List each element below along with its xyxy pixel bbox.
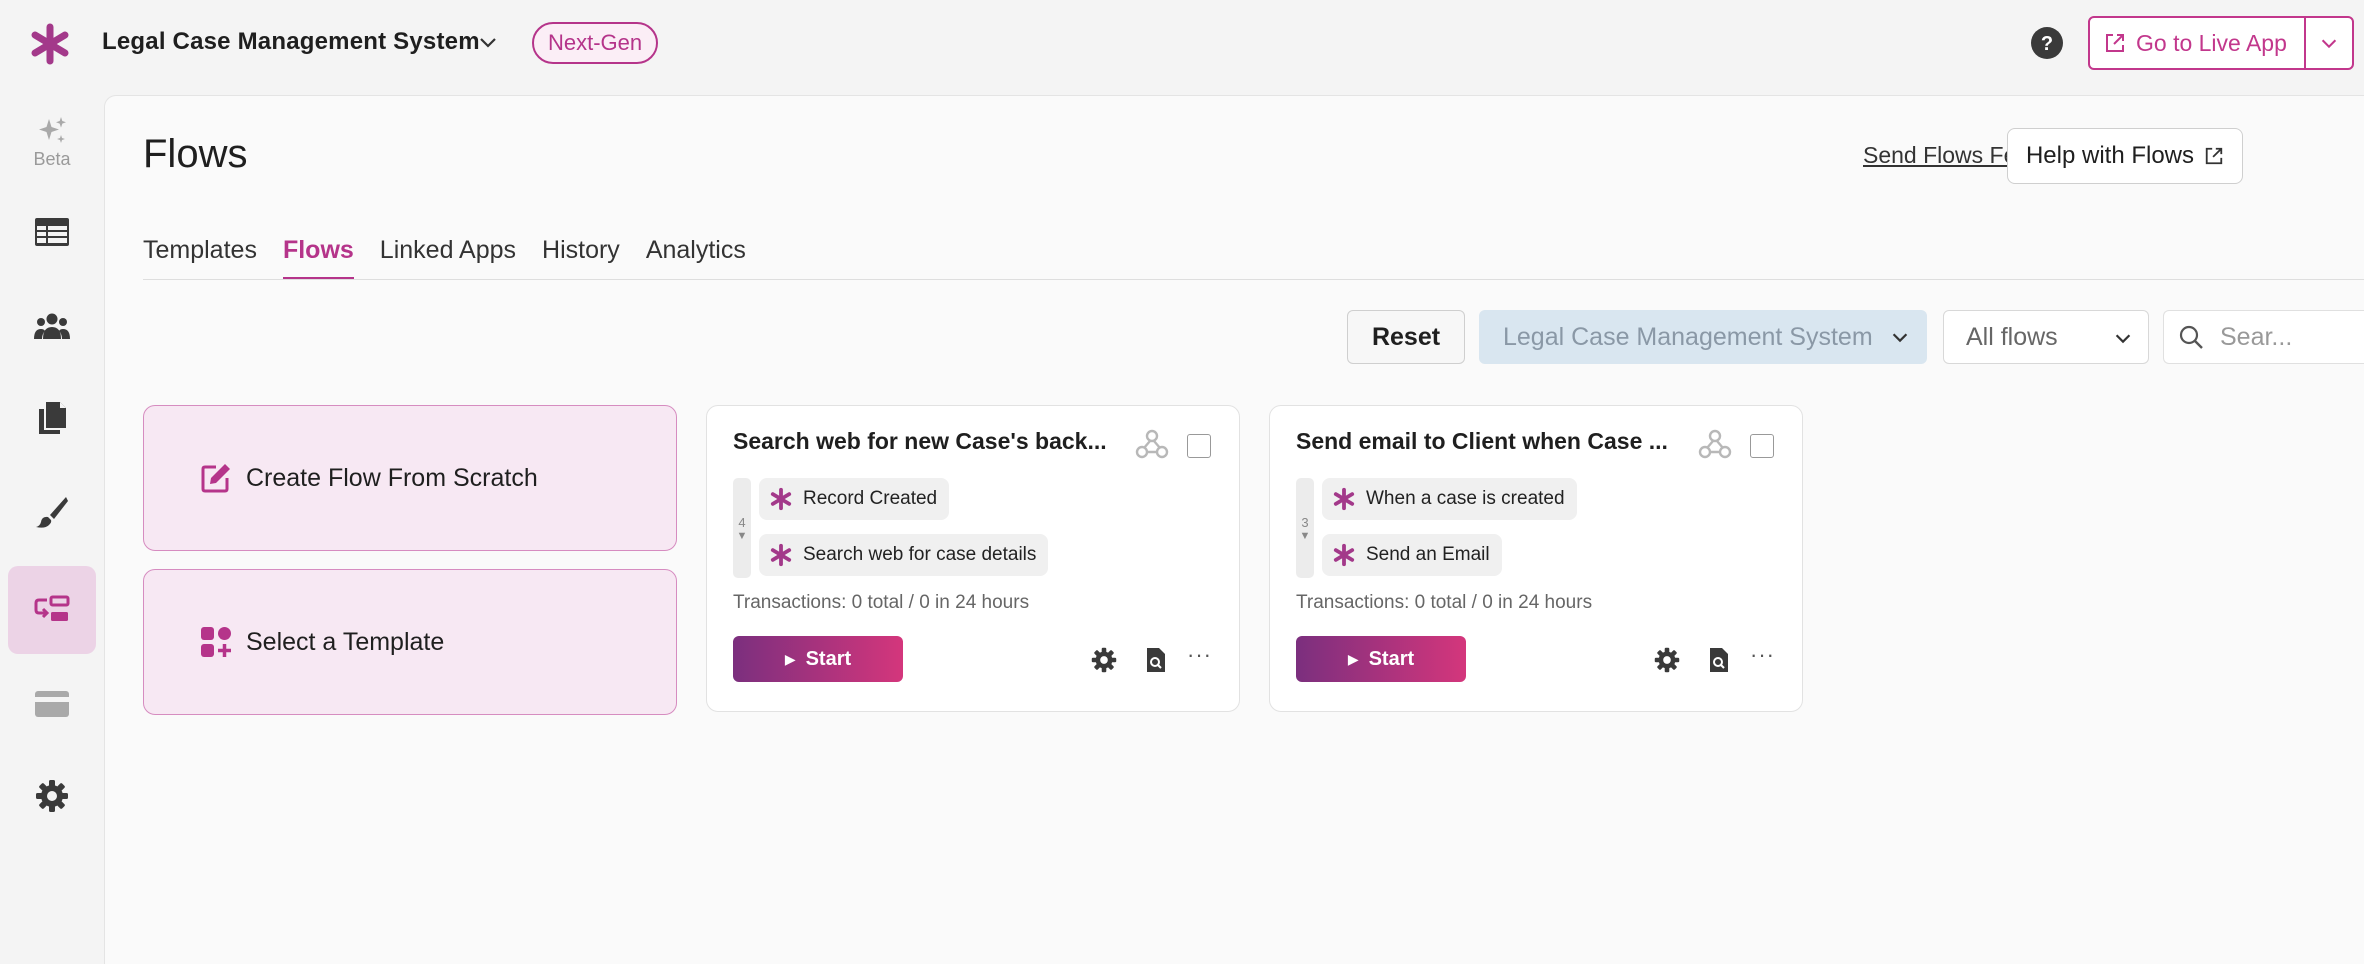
step-asterisk-icon	[1333, 543, 1355, 567]
tab-history[interactable]: History	[542, 236, 620, 280]
webhook-icon	[1698, 429, 1732, 459]
tabs-divider	[143, 279, 2364, 280]
tab-bar: Templates Flows Linked Apps History Anal…	[143, 236, 746, 280]
app-filter-select[interactable]: Legal Case Management System	[1479, 310, 1927, 364]
caret-down-icon: ▼	[1299, 529, 1311, 542]
start-label: Start	[1368, 647, 1415, 670]
reset-button[interactable]: Reset	[1347, 310, 1465, 364]
sidebar-item-label: Beta	[33, 148, 71, 169]
chevron-down-icon	[2115, 334, 2131, 344]
app-logo-icon[interactable]	[30, 22, 70, 66]
paintbrush-icon	[36, 497, 68, 528]
flow-step[interactable]: Send an Email	[1322, 534, 1502, 576]
chevron-down-icon[interactable]	[476, 30, 500, 54]
sidebar-item-tables[interactable]	[8, 188, 96, 276]
chevron-down-icon	[1892, 333, 1908, 343]
chevron-down-icon	[2321, 39, 2337, 49]
webhook-icon	[1135, 429, 1169, 459]
search-input[interactable]: Sear...	[2163, 310, 2364, 364]
flow-select-checkbox[interactable]	[1187, 434, 1211, 458]
step-count-collapse[interactable]: 4 ▼	[733, 478, 751, 578]
app-title[interactable]: Legal Case Management System	[102, 28, 480, 56]
flow-step-label: Search web for case details	[803, 544, 1037, 565]
flows-icon	[34, 595, 70, 621]
top-bar: Legal Case Management System Next-Gen ? …	[0, 0, 2364, 88]
caret-down-icon: ▼	[736, 529, 748, 542]
flow-card[interactable]: Search web for new Case's back... 4 ▼ Re…	[706, 405, 1240, 712]
sidebar-item-users[interactable]	[8, 282, 96, 370]
flow-step[interactable]: When a case is created	[1322, 478, 1577, 520]
flow-select-checkbox[interactable]	[1750, 434, 1774, 458]
table-icon	[35, 218, 69, 246]
flow-transactions: Transactions: 0 total / 0 in 24 hours	[733, 592, 1030, 613]
flow-step[interactable]: Search web for case details	[759, 534, 1049, 576]
gear-icon[interactable]	[1091, 647, 1117, 673]
step-asterisk-icon	[770, 543, 792, 567]
live-app-dropdown[interactable]	[2306, 32, 2352, 54]
step-count: 4	[738, 514, 746, 530]
users-icon	[34, 313, 70, 339]
sidebar: Beta	[0, 88, 104, 964]
sidebar-item-billing[interactable]	[8, 660, 96, 748]
help-with-flows-label: Help with Flows	[2025, 142, 2195, 169]
create-flow-label: Create Flow From Scratch	[246, 463, 538, 492]
more-options-icon[interactable]: ···	[1750, 642, 1775, 668]
gear-icon[interactable]	[1654, 647, 1680, 673]
file-search-icon[interactable]	[1145, 647, 1167, 673]
play-icon: ▶	[1347, 650, 1359, 667]
edit-icon	[201, 464, 230, 493]
documents-icon	[39, 402, 66, 434]
more-options-icon[interactable]: ···	[1187, 642, 1212, 668]
flow-title[interactable]: Search web for new Case's back...	[733, 428, 1133, 455]
gear-icon	[36, 780, 68, 812]
tab-flows[interactable]: Flows	[282, 236, 354, 280]
template-grid-icon	[201, 627, 231, 657]
flow-step-label: When a case is created	[1366, 488, 1565, 509]
card-icon	[35, 691, 69, 717]
flows-filter-select[interactable]: All flows	[1943, 310, 2149, 364]
next-gen-badge: Next-Gen	[532, 22, 659, 64]
help-icon[interactable]: ?	[2030, 26, 2064, 60]
step-count-collapse[interactable]: 3 ▼	[1296, 478, 1314, 578]
step-asterisk-icon	[1333, 487, 1355, 511]
app-filter-value: Legal Case Management System	[1503, 322, 1873, 351]
external-link-icon	[2106, 34, 2124, 52]
select-template-label: Select a Template	[246, 627, 445, 656]
step-count: 3	[1301, 514, 1309, 530]
flow-step-label: Send an Email	[1366, 544, 1490, 565]
create-flow-from-scratch-button[interactable]: Create Flow From Scratch	[143, 405, 677, 551]
select-a-template-button[interactable]: Select a Template	[143, 569, 677, 715]
page-title: Flows	[143, 132, 248, 176]
help-with-flows-button[interactable]: Help with Flows	[2007, 128, 2243, 184]
go-to-live-app-button[interactable]: Go to Live App	[2088, 16, 2354, 70]
flow-title[interactable]: Send email to Client when Case ...	[1296, 428, 1696, 455]
play-icon: ▶	[784, 650, 796, 667]
main-panel: Flows Send Flows Feedback Help with Flow…	[104, 95, 2364, 964]
sidebar-item-settings[interactable]	[8, 752, 96, 840]
tab-analytics[interactable]: Analytics	[646, 236, 746, 280]
file-search-icon[interactable]	[1708, 647, 1730, 673]
sidebar-item-beta[interactable]: Beta	[8, 98, 96, 186]
step-asterisk-icon	[770, 487, 792, 511]
go-to-live-app-main[interactable]: Go to Live App	[2090, 18, 2304, 68]
flow-transactions: Transactions: 0 total / 0 in 24 hours	[1296, 592, 1593, 613]
search-icon	[2179, 325, 2203, 349]
flow-card[interactable]: Send email to Client when Case ... 3 ▼ W…	[1269, 405, 1803, 712]
start-label: Start	[805, 647, 852, 670]
tab-linked-apps[interactable]: Linked Apps	[380, 236, 516, 280]
svg-text:?: ?	[2041, 33, 2053, 55]
tab-templates[interactable]: Templates	[143, 236, 257, 280]
sidebar-item-design[interactable]	[8, 468, 96, 556]
go-to-live-app-label: Go to Live App	[2136, 29, 2287, 56]
search-placeholder: Sear...	[2220, 322, 2293, 351]
start-flow-button[interactable]: ▶ Start	[733, 636, 903, 682]
sidebar-item-flows[interactable]	[8, 566, 96, 654]
external-link-icon	[2205, 147, 2223, 165]
flows-filter-value: All flows	[1966, 322, 2058, 351]
sparkles-icon	[39, 116, 66, 143]
flow-step-label: Record Created	[803, 488, 938, 509]
start-flow-button[interactable]: ▶ Start	[1296, 636, 1466, 682]
flow-step[interactable]: Record Created	[759, 478, 950, 520]
sidebar-item-documents[interactable]	[8, 374, 96, 462]
